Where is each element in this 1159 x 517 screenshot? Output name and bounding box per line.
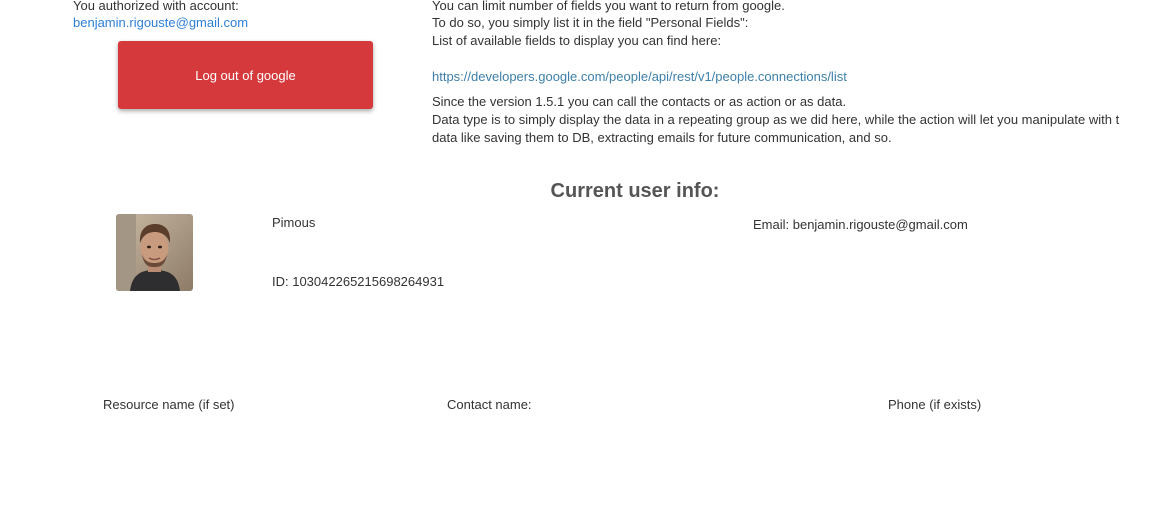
authorized-account-label: You authorized with account: [73,0,239,13]
column-header-phone: Phone (if exists) [888,397,982,412]
current-user-title: Current user info: [550,180,720,202]
info-text-line-5: Data type is to simply display the data … [432,112,1120,127]
page: You authorized with account: benjamin.ri… [0,0,1159,517]
people-api-docs-link[interactable]: https://developers.google.com/people/api… [432,68,847,86]
avatar [116,214,193,291]
info-text-line-1: You can limit number of fields you want … [432,0,785,13]
column-header-contact-name: Contact name: [447,397,532,412]
info-text-line-4: Since the version 1.5.1 you can call the… [432,94,847,109]
logout-google-button[interactable]: Log out of google [118,41,373,109]
user-name: Pimous [272,215,316,230]
info-text-line-3: List of available fields to display you … [432,33,722,48]
info-text-line-6: data like saving them to DB, extracting … [432,130,892,145]
authorized-account-email: benjamin.rigouste@gmail.com [73,15,249,30]
info-text-line-2: To do so, you simply list it in the fiel… [432,15,749,30]
column-header-resource-name: Resource name (if set) [103,397,235,412]
user-id: ID: 103042265215698264931 [272,274,445,289]
user-email: Email: benjamin.rigouste@gmail.com [753,217,968,232]
avatar-photo [116,214,193,291]
